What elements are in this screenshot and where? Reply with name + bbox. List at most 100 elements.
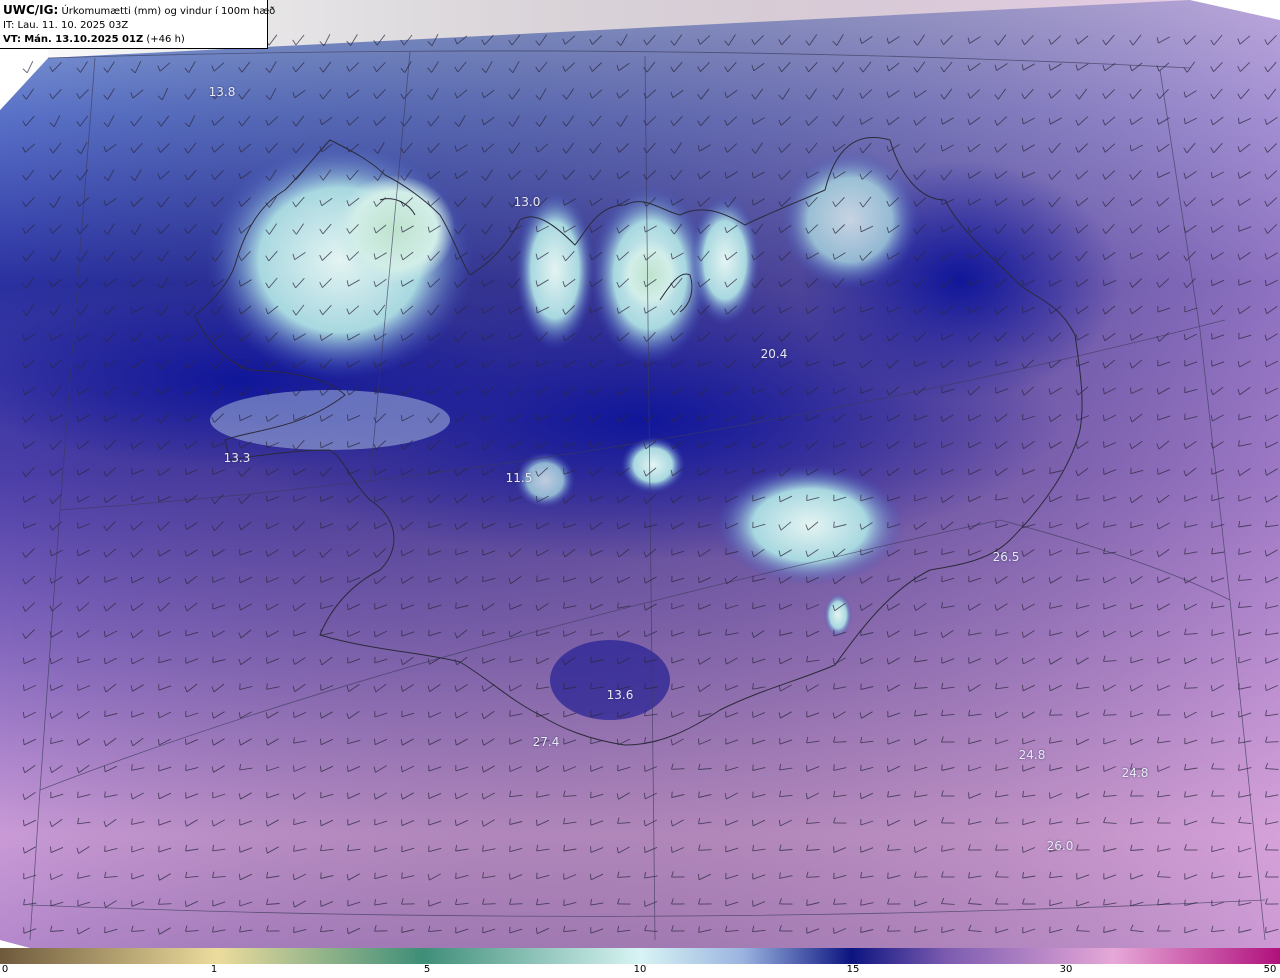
valid-time-row: VT: Mán. 13.10.2025 01Z (+46 h)	[3, 33, 264, 47]
wind-barb-feather	[1022, 306, 1024, 313]
precipitable-water-map	[0, 0, 1280, 948]
wind-barb-shaft	[158, 903, 172, 905]
wind-barb-feather	[1265, 602, 1267, 609]
wind-barb-feather	[752, 414, 754, 421]
value-label: 11.5	[505, 471, 533, 485]
value-label: 27.4	[532, 735, 560, 749]
value-label: 24.8	[1018, 748, 1046, 762]
snaefellsnes-patch	[210, 390, 450, 450]
wind-barb-feather	[833, 927, 835, 934]
wind-barb-feather	[914, 629, 916, 636]
wind-barb-feather	[563, 630, 565, 637]
wind-barb-shaft	[1103, 714, 1117, 716]
wind-barb-feather	[779, 603, 781, 610]
wind-barb-feather	[1238, 548, 1240, 555]
value-label: 26.5	[992, 550, 1020, 564]
colorbar	[0, 948, 1280, 964]
colorbar-tick: 1	[210, 964, 218, 975]
value-label: 13.8	[208, 85, 236, 99]
wind-barb-feather	[887, 575, 889, 582]
wind-barb-shaft	[1076, 930, 1090, 932]
wind-barb-shaft	[995, 822, 1009, 824]
wind-barb-feather	[374, 495, 376, 502]
wind-barb-feather	[1049, 467, 1051, 474]
wind-barb-feather	[1238, 117, 1240, 124]
wind-barb-shaft	[914, 876, 928, 878]
northeast-highland	[780, 150, 920, 290]
colorbar-gradient	[0, 948, 1280, 964]
wind-barb-feather	[320, 495, 322, 502]
vatnajokull-area	[715, 465, 905, 585]
wind-barb-shaft	[509, 903, 523, 905]
wind-barb-feather	[320, 629, 322, 636]
wind-barb-feather	[671, 846, 673, 853]
wind-barb-feather	[428, 711, 430, 718]
value-label: 13.0	[513, 195, 541, 209]
wind-barb-feather	[1184, 899, 1186, 906]
wind-barb-shaft	[1184, 687, 1198, 689]
wind-barb-feather	[806, 899, 808, 906]
wind-barb-feather	[590, 656, 592, 663]
wind-barb-shaft	[698, 849, 712, 851]
colorbar-tick: 0	[1, 964, 9, 975]
wind-barb-feather	[995, 629, 997, 636]
wind-barb-feather	[914, 846, 916, 853]
wind-barb-feather	[860, 683, 862, 690]
wind-barb-feather	[1103, 279, 1105, 286]
langjokull-area	[621, 437, 685, 493]
wind-barb-feather	[266, 576, 268, 583]
wind-barb-feather	[1238, 629, 1240, 636]
wind-barb-feather	[1238, 926, 1240, 933]
forecast-info-box: UWC/IG: Úrkomumætti (mm) og vindur í 100…	[0, 0, 275, 49]
valid-time: Mán. 13.10.2025 01Z	[24, 34, 144, 45]
wind-barb-feather	[293, 414, 295, 421]
wind-barb-feather	[833, 764, 835, 771]
colorbar-tick: 5	[423, 964, 431, 975]
colorbar-tick: 15	[846, 964, 860, 975]
wind-barb-feather	[1211, 629, 1213, 636]
product-code: UWC/IG:	[3, 3, 59, 17]
wind-barb-feather	[50, 846, 52, 853]
wind-barb-feather	[698, 926, 700, 933]
wind-barb-feather	[1238, 899, 1240, 906]
product-title: Úrkomumætti (mm) og vindur í 100m hæð	[61, 6, 276, 17]
wind-barb-feather	[1049, 764, 1051, 771]
wind-barb-shaft	[806, 876, 820, 878]
wind-barb-feather	[212, 468, 214, 475]
wind-barb-feather	[1103, 926, 1105, 933]
value-label: 26.0	[1046, 839, 1074, 853]
wind-barb-feather	[860, 926, 862, 933]
value-label: 13.6	[606, 688, 634, 702]
wind-barb-feather	[320, 872, 322, 879]
wind-barb-feather	[401, 872, 403, 879]
wind-barb-feather	[590, 629, 592, 636]
wind-barb-feather	[779, 414, 781, 421]
wind-barb-feather	[50, 873, 52, 880]
wind-barb-feather	[1103, 845, 1105, 852]
wind-barb-feather	[563, 765, 565, 772]
wind-barb-feather	[887, 306, 889, 313]
title-row: UWC/IG: Úrkomumætti (mm) og vindur í 100…	[3, 3, 275, 19]
wind-barb-shaft	[671, 768, 685, 770]
wind-barb-feather	[779, 629, 781, 636]
wind-barb-feather	[158, 495, 160, 502]
oraefajokull-area	[824, 593, 852, 637]
wind-barb-feather	[725, 548, 727, 555]
wind-barb-feather	[941, 764, 943, 771]
wind-barb-feather	[293, 711, 295, 718]
wind-barb-feather	[23, 684, 25, 691]
wind-barb-feather	[563, 899, 565, 906]
wind-barb-feather	[212, 656, 214, 663]
wind-barb-feather	[212, 441, 214, 448]
wind-barb-feather	[347, 765, 349, 772]
wind-barb-feather	[536, 414, 538, 421]
wind-barb-feather	[1184, 657, 1186, 664]
lead-time: (+46 h)	[146, 34, 185, 45]
wind-barb-feather	[1211, 657, 1213, 664]
wind-barb-feather	[1265, 684, 1267, 691]
wind-barb-feather	[806, 576, 808, 583]
wind-barb-feather	[671, 711, 673, 718]
wind-barb-feather	[860, 629, 862, 636]
wind-barb-feather	[509, 656, 511, 663]
wind-barb-feather	[347, 414, 349, 421]
